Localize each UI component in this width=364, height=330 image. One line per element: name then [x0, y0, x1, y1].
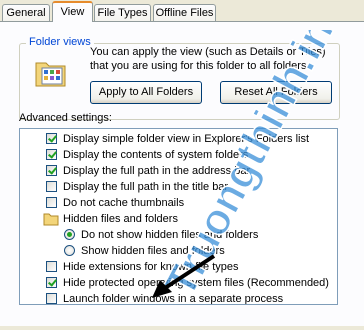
folder-views-title: Folder views	[26, 36, 94, 48]
list-item-label: Do not cache thumbnails	[63, 197, 185, 209]
tab-view[interactable]: View	[52, 1, 93, 22]
list-item-label: Hide protected operating system files (R…	[63, 277, 329, 289]
list-group-label: Hidden files and folders	[63, 213, 178, 225]
folder-views-description: You can apply the view (such as Details …	[90, 46, 326, 72]
list-item-label: Hide extensions for known file types	[63, 261, 239, 273]
radio-button[interactable]	[64, 229, 75, 240]
list-item-label: Launch folder windows in a separate proc…	[63, 293, 284, 305]
tab-general[interactable]: General	[2, 4, 50, 21]
checkbox[interactable]	[46, 261, 57, 272]
reset-all-folders-button[interactable]: Reset All Folders	[220, 81, 332, 104]
checkbox[interactable]	[46, 293, 57, 304]
tab-strip: General View File Types Offline Files	[0, 0, 364, 22]
checkbox[interactable]	[46, 277, 57, 288]
advanced-settings-list[interactable]: Display simple folder view in Explorer's…	[19, 128, 338, 305]
list-item-label: Display the full path in the address bar	[63, 165, 251, 177]
list-item-label: Display simple folder view in Explorer's…	[63, 133, 310, 145]
checkbox[interactable]	[46, 133, 57, 144]
tab-file-types[interactable]: File Types	[94, 4, 151, 21]
checkbox[interactable]	[46, 165, 57, 176]
folder-options-icon	[35, 62, 66, 87]
list-item-label: Do not show hidden files and folders	[81, 229, 259, 241]
list-item-label: Display the full path in the title bar	[63, 181, 229, 193]
radio-button[interactable]	[64, 245, 75, 256]
apply-to-all-folders-button[interactable]: Apply to All Folders	[90, 81, 202, 104]
checkbox[interactable]	[46, 197, 57, 208]
list-item-label: Display the contents of system folders	[63, 149, 249, 161]
list-item-label: Show hidden files and folders	[81, 245, 225, 257]
checkbox[interactable]	[46, 149, 57, 160]
advanced-settings-label: Advanced settings:	[19, 112, 112, 124]
folder-icon	[43, 213, 59, 226]
checkbox[interactable]	[46, 181, 57, 192]
tab-offline-files[interactable]: Offline Files	[153, 4, 216, 21]
